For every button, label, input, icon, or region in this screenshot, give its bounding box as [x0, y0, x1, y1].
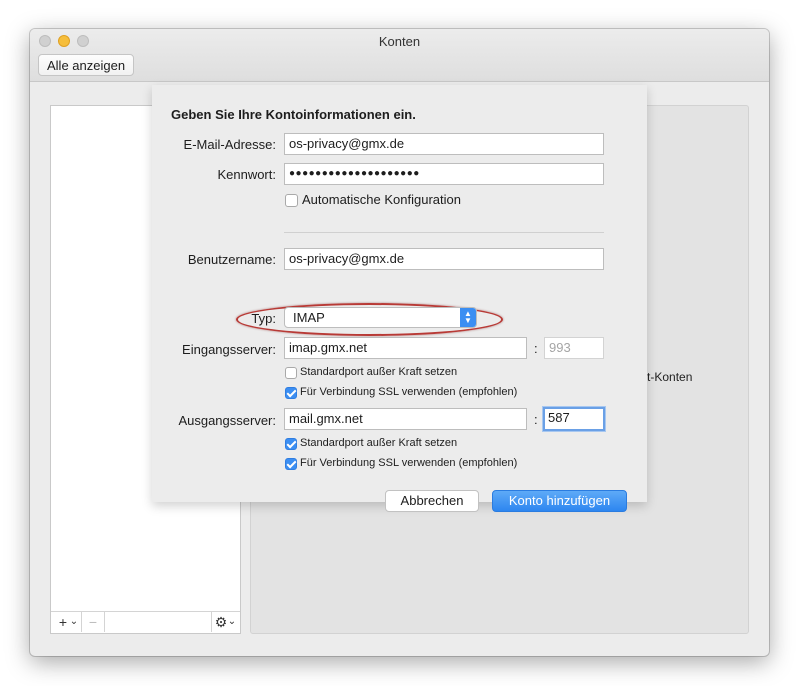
window-title: Konten — [378, 34, 421, 49]
email-label: E-Mail-Adresse: — [183, 137, 276, 152]
username-field[interactable]: os-privacy@gmx.de — [284, 248, 604, 270]
accounts-window: Konten Alle anzeigen + ⌄ − ⚙ ⌄ soft-Kont… — [30, 29, 769, 656]
gear-chevron-icon[interactable]: ⌄ — [227, 612, 237, 632]
incoming-override-port-checkbox[interactable] — [285, 367, 297, 379]
password-label: Kennwort: — [217, 167, 276, 182]
incoming-ssl-label: Für Verbindung SSL verwenden (empfohlen) — [300, 386, 518, 398]
add-chevron-icon[interactable]: ⌄ — [69, 612, 79, 632]
outgoing-override-port-label: Standardport außer Kraft setzen — [300, 437, 458, 449]
incoming-port-field[interactable]: 993 — [544, 337, 604, 359]
incoming-server-field[interactable]: imap.gmx.net — [284, 337, 527, 359]
outgoing-server-label: Ausgangsserver: — [178, 413, 276, 428]
updown-chevron-icon[interactable]: ▲ ▼ — [460, 308, 476, 327]
port-separator: : — [534, 341, 538, 356]
toolbar-divider — [211, 612, 212, 632]
cancel-button[interactable]: Abbrechen — [385, 490, 479, 512]
sheet-heading: Geben Sie Ihre Kontoinformationen ein. — [171, 107, 416, 122]
type-label: Typ: — [251, 311, 276, 326]
auto-config-checkbox[interactable] — [285, 194, 298, 207]
outgoing-server-field[interactable]: mail.gmx.net — [284, 408, 527, 430]
outgoing-ssl-checkbox[interactable] — [285, 458, 297, 470]
outgoing-override-port-checkbox[interactable] — [285, 438, 297, 450]
port-separator: : — [534, 412, 538, 427]
password-field[interactable]: ●●●●●●●●●●●●●●●●●●●● — [284, 163, 604, 185]
toolbar-divider — [81, 612, 82, 632]
sidebar-toolbar: + ⌄ − ⚙ ⌄ — [51, 611, 240, 633]
outgoing-port-field[interactable]: 587 — [543, 407, 605, 431]
incoming-server-label: Eingangsserver: — [182, 342, 276, 357]
title-bar: Konten Alle anzeigen — [30, 29, 769, 82]
incoming-override-port-label: Standardport außer Kraft setzen — [300, 366, 458, 378]
username-label: Benutzername: — [187, 252, 276, 267]
type-select[interactable]: IMAP ▲ ▼ — [284, 307, 477, 328]
outgoing-ssl-label: Für Verbindung SSL verwenden (empfohlen) — [300, 457, 518, 469]
section-divider — [284, 232, 604, 233]
auto-config-label: Automatische Konfiguration — [302, 192, 461, 207]
toolbar-divider — [104, 612, 105, 632]
remove-account-icon[interactable]: − — [84, 612, 102, 632]
incoming-ssl-checkbox[interactable] — [285, 387, 297, 399]
add-account-button[interactable]: Konto hinzufügen — [492, 490, 627, 512]
email-field[interactable]: os-privacy@gmx.de — [284, 133, 604, 155]
type-select-value: IMAP — [293, 310, 325, 325]
show-all-button[interactable]: Alle anzeigen — [38, 54, 135, 76]
account-info-sheet: Geben Sie Ihre Kontoinformationen ein. E… — [152, 85, 647, 512]
